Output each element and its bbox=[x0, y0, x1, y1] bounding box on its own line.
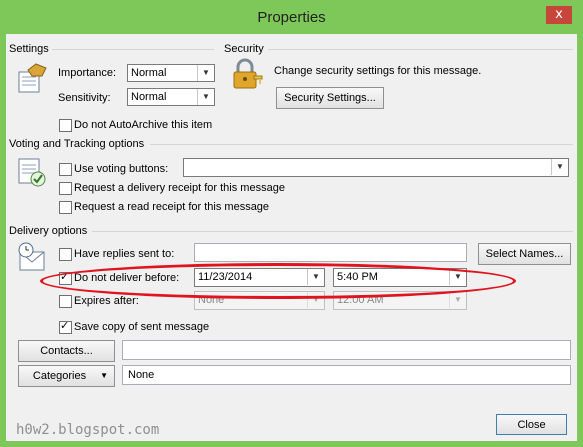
delivery-section-title: Delivery options bbox=[9, 225, 88, 237]
dialog-body: Settings Importance: Normal ▼ Sensitivit… bbox=[6, 34, 577, 441]
importance-label: Importance: bbox=[58, 67, 117, 79]
delivery-receipt-label: Request a delivery receipt for this mess… bbox=[74, 182, 285, 194]
voting-buttons-dropdown[interactable]: ▼ bbox=[183, 158, 569, 177]
expires-after-label: Expires after: bbox=[74, 295, 139, 307]
window-title: Properties bbox=[257, 9, 326, 26]
sensitivity-value: Normal bbox=[131, 91, 167, 103]
security-settings-button[interactable]: Security Settings... bbox=[276, 87, 384, 109]
select-names-button[interactable]: Select Names... bbox=[478, 243, 571, 265]
use-voting-buttons-label: Use voting buttons: bbox=[74, 163, 169, 175]
watermark-text: h0w2.blogspot.com bbox=[16, 422, 160, 438]
message-settings-icon bbox=[16, 62, 48, 94]
read-receipt-label: Request a read receipt for this message bbox=[74, 201, 270, 213]
security-description: Change security settings for this messag… bbox=[274, 65, 482, 77]
categories-label: Categories bbox=[32, 370, 87, 382]
lock-icon bbox=[232, 58, 264, 92]
delivery-clock-icon bbox=[16, 240, 50, 274]
security-section-title: Security bbox=[224, 43, 264, 55]
title-bar: Properties x bbox=[0, 0, 583, 34]
chevron-down-icon: ▼ bbox=[551, 159, 568, 175]
save-copy-label: Save copy of sent message bbox=[74, 321, 210, 333]
window-close-button[interactable]: x bbox=[546, 6, 572, 24]
do-not-autoarchive-checkbox[interactable] bbox=[59, 119, 72, 132]
do-not-autoarchive-label: Do not AutoArchive this item bbox=[74, 119, 213, 131]
close-button[interactable]: Close bbox=[496, 414, 567, 435]
delivery-receipt-checkbox[interactable] bbox=[59, 182, 72, 195]
chevron-down-icon: ▼ bbox=[197, 89, 214, 105]
importance-dropdown[interactable]: Normal ▼ bbox=[127, 64, 215, 82]
settings-divider bbox=[52, 49, 214, 50]
highlight-annotation-oval bbox=[40, 263, 516, 299]
voting-section-title: Voting and Tracking options bbox=[9, 138, 145, 150]
sensitivity-dropdown[interactable]: Normal ▼ bbox=[127, 88, 215, 106]
categories-button[interactable]: Categories ▼ bbox=[18, 365, 115, 387]
replies-recipient-input[interactable] bbox=[194, 243, 467, 262]
chevron-down-icon: ▼ bbox=[100, 371, 108, 380]
contacts-button[interactable]: Contacts... bbox=[18, 340, 115, 362]
chevron-down-icon: ▼ bbox=[449, 292, 466, 308]
settings-section-title: Settings bbox=[9, 43, 49, 55]
categories-input[interactable]: None bbox=[122, 365, 571, 385]
properties-window: Properties x Settings Importance: Normal… bbox=[0, 0, 583, 447]
use-voting-buttons-checkbox[interactable] bbox=[59, 163, 72, 176]
have-replies-sent-to-checkbox[interactable] bbox=[59, 248, 72, 261]
voting-divider bbox=[150, 144, 573, 145]
delivery-divider bbox=[92, 231, 573, 232]
read-receipt-checkbox[interactable] bbox=[59, 201, 72, 214]
voting-tracking-icon bbox=[16, 156, 48, 188]
categories-value: None bbox=[128, 369, 155, 381]
security-divider bbox=[268, 49, 573, 50]
save-copy-checkbox[interactable] bbox=[59, 319, 72, 334]
expires-after-checkbox[interactable] bbox=[59, 295, 72, 308]
chevron-down-icon: ▼ bbox=[197, 65, 214, 81]
importance-value: Normal bbox=[131, 67, 167, 79]
sensitivity-label: Sensitivity: bbox=[58, 92, 111, 104]
have-replies-sent-to-label: Have replies sent to: bbox=[74, 248, 175, 260]
contacts-input[interactable] bbox=[122, 340, 571, 360]
